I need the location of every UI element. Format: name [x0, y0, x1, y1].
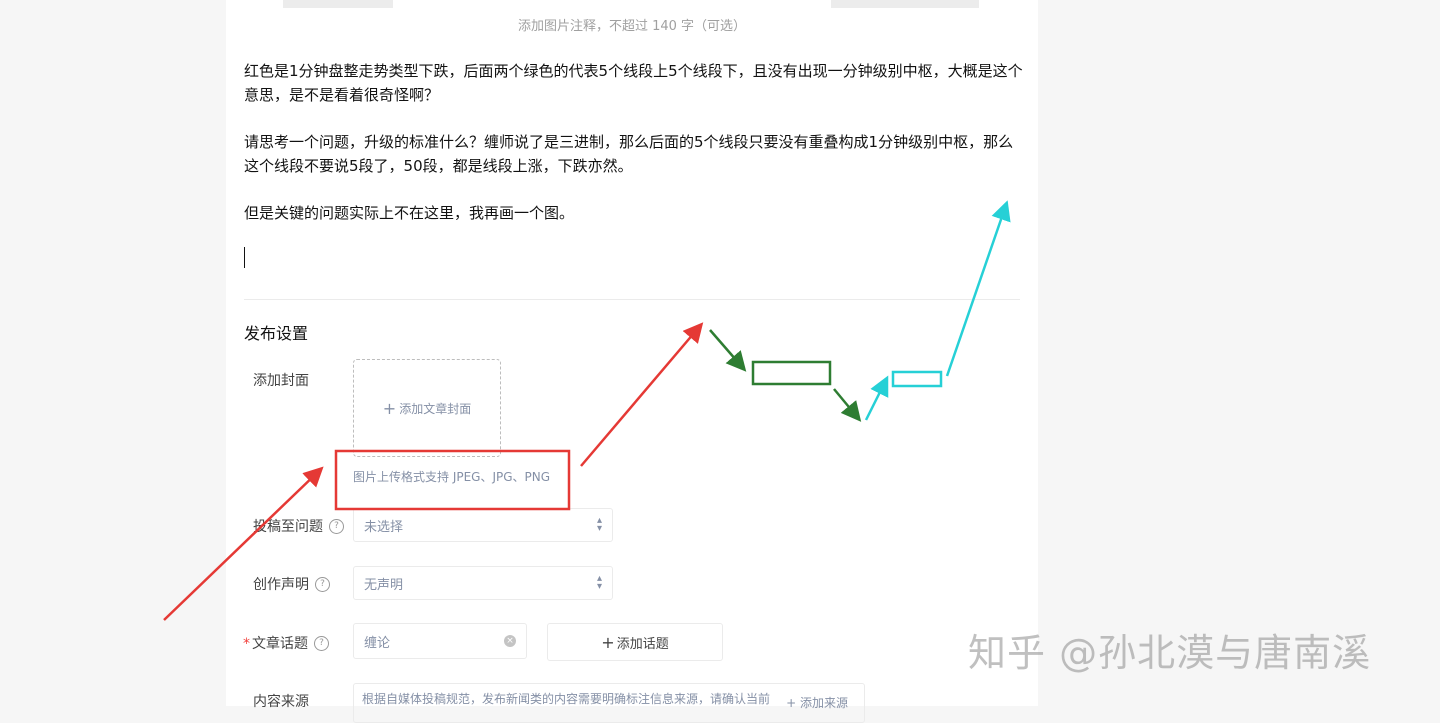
help-icon[interactable]: ?: [315, 576, 330, 592]
source-notice: 根据自媒体投稿规范，发布新闻类的内容需要明确标注信息来源，请确认当前 + 添加来…: [353, 683, 865, 723]
question-label: 投稿至问题 ?: [253, 516, 344, 536]
updown-chevron-icon: ▴ ▾: [596, 573, 602, 592]
clear-icon[interactable]: ×: [504, 635, 516, 647]
divider: [244, 299, 1020, 300]
add-cover-button[interactable]: + 添加文章封面: [353, 359, 501, 457]
help-icon[interactable]: ?: [329, 518, 344, 534]
required-mark: *: [243, 636, 250, 652]
paragraph-3[interactable]: 但是关键的问题实际上不在这里，我再画一个图。: [244, 201, 1024, 225]
statement-label: 创作声明 ?: [253, 574, 330, 594]
cover-label: 添加封面: [253, 373, 309, 389]
add-topic-button[interactable]: + 添加话题: [547, 623, 723, 661]
cover-format-hint: 图片上传格式支持 JPEG、JPG、PNG: [353, 470, 551, 484]
publish-settings-title: 发布设置: [244, 324, 309, 343]
plus-icon: +: [601, 632, 615, 652]
add-source-button[interactable]: + 添加来源: [786, 694, 848, 711]
question-select[interactable]: 未选择 ▴ ▾: [353, 508, 613, 542]
paragraph-1[interactable]: 红色是1分钟盘整走势类型下跌，后面两个绿色的代表5个线段上5个线段下，且没有出现…: [244, 59, 1024, 107]
editor-page: 添加图片注释，不超过 140 字（可选） 红色是1分钟盘整走势类型下跌，后面两个…: [226, 0, 1038, 723]
statement-select[interactable]: 无声明 ▴ ▾: [353, 566, 613, 600]
image-caption-input[interactable]: 添加图片注释，不超过 140 字（可选）: [226, 15, 1038, 34]
topic-input[interactable]: 缠论 ×: [353, 623, 527, 659]
watermark: 知乎 @孙北漠与唐南溪: [968, 631, 1372, 675]
updown-chevron-icon: ▴ ▾: [596, 515, 602, 534]
topic-label: * 文章话题 ?: [243, 633, 329, 653]
text-cursor: [244, 247, 245, 268]
image-left-edge: [283, 0, 393, 8]
image-right-edge: [831, 0, 979, 8]
source-label: 内容来源: [253, 694, 309, 710]
plus-icon: +: [382, 398, 397, 418]
help-icon[interactable]: ?: [314, 635, 329, 651]
paragraph-2[interactable]: 请思考一个问题，升级的标准什么？缠师说了是三进制，那么后面的5个线段只要没有重叠…: [244, 130, 1024, 178]
